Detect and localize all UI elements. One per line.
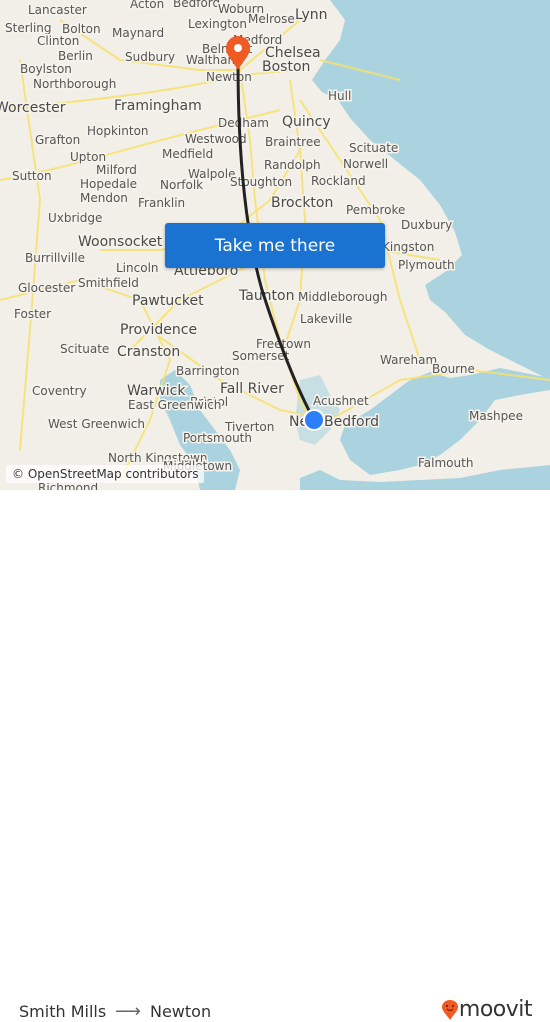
place-label: Stoughton xyxy=(230,175,292,189)
place-label: Boylston xyxy=(20,62,72,76)
place-label: Uxbridge xyxy=(48,211,102,225)
place-label: Coventry xyxy=(32,384,87,398)
place-label: Bourne xyxy=(432,362,475,376)
moovit-wordmark: moovit xyxy=(458,997,533,1022)
place-label: Maynard xyxy=(112,26,164,40)
place-label: Lincoln xyxy=(116,261,159,275)
origin-pin-icon[interactable] xyxy=(303,409,325,431)
place-label: Warwick xyxy=(127,383,186,399)
place-label: Smithfield xyxy=(78,276,139,290)
place-label: Franklin xyxy=(138,196,185,210)
place-label: Middleborough xyxy=(298,290,387,304)
place-label: Sudbury xyxy=(125,50,175,64)
place-label: Fall River xyxy=(220,381,284,397)
place-label: Lancaster xyxy=(28,3,87,17)
place-label: New Bedford xyxy=(289,414,379,430)
place-label: Rockland xyxy=(311,174,366,188)
origin-name: Smith Mills xyxy=(19,1002,107,1021)
place-label: Milford xyxy=(96,163,137,177)
route-summary: Smith Mills ⟶ Newton xyxy=(19,1001,211,1022)
place-label: Hull xyxy=(328,89,351,103)
place-label: Hopedale xyxy=(80,177,137,191)
place-label: Newton xyxy=(206,70,252,84)
moovit-logo[interactable]: moovit xyxy=(441,997,533,1022)
place-label: Pembroke xyxy=(346,203,405,217)
place-label: Melrose xyxy=(248,12,295,26)
place-label: Duxbury xyxy=(401,218,452,232)
place-label: Pawtucket xyxy=(132,293,204,309)
place-label: Scituate xyxy=(60,342,109,356)
place-label: Mashpee xyxy=(469,409,523,423)
take-me-there-button[interactable]: Take me there xyxy=(165,223,385,268)
place-label: Portsmouth xyxy=(183,431,252,445)
place-label: Acushnet xyxy=(313,394,369,408)
place-label: Berlin xyxy=(58,49,93,63)
place-label: Grafton xyxy=(35,133,80,147)
place-label: Plymouth xyxy=(398,258,455,272)
place-label: Brockton xyxy=(271,195,333,211)
place-label: West Greenwich xyxy=(48,417,145,431)
place-label: Burrillville xyxy=(25,251,85,265)
footer: Smith Mills ⟶ Newton moovit xyxy=(0,490,550,1022)
moovit-pin-icon xyxy=(441,999,458,1020)
place-label: Lakeville xyxy=(300,312,352,326)
place-label: Clinton xyxy=(37,34,79,48)
place-label: Providence xyxy=(120,322,197,338)
place-label: Quincy xyxy=(282,114,331,130)
place-label: Falmouth xyxy=(418,456,473,470)
place-label: Wareham xyxy=(380,353,437,367)
place-label: Worcester xyxy=(0,100,66,116)
place-label: Medfield xyxy=(162,147,213,161)
map[interactable]: Lancaster Acton Bedford Woburn Lynn Sterling B… xyxy=(0,0,550,490)
place-label: Woonsocket xyxy=(78,234,163,250)
place-label: Braintree xyxy=(265,135,321,149)
place-label: Sutton xyxy=(12,169,52,183)
place-label: Bedford xyxy=(173,0,220,10)
place-label: Cranston xyxy=(117,344,180,360)
place-label: Northborough xyxy=(33,77,116,91)
place-label: Upton xyxy=(70,150,106,164)
place-label: Norfolk xyxy=(160,178,203,192)
place-label: Scituate xyxy=(349,141,398,155)
place-label: Sterling xyxy=(5,21,52,35)
place-label: Foster xyxy=(14,307,51,321)
destination-name: Newton xyxy=(149,1002,212,1021)
arrow-right-icon: ⟶ xyxy=(115,1001,141,1022)
place-label: Glocester xyxy=(18,281,75,295)
place-label: Westwood xyxy=(185,132,247,146)
place-label: Mendon xyxy=(80,191,128,205)
place-label: Norwell xyxy=(343,157,388,171)
place-label: East Greenwich xyxy=(128,398,221,412)
place-label: Framingham xyxy=(114,98,202,114)
place-label: Boston xyxy=(262,59,310,75)
map-attribution[interactable]: © OpenStreetMap contributors xyxy=(6,465,205,483)
place-label: Somerset xyxy=(232,349,290,363)
place-label: Lynn xyxy=(295,7,328,23)
place-label: Hopkinton xyxy=(87,124,149,138)
place-label: Acton xyxy=(130,0,164,11)
place-label: Barrington xyxy=(176,364,239,378)
place-label: Randolph xyxy=(264,158,321,172)
place-label: Dedham xyxy=(218,116,269,130)
place-label: Kingston xyxy=(382,240,434,254)
place-label: Lexington xyxy=(188,17,247,31)
